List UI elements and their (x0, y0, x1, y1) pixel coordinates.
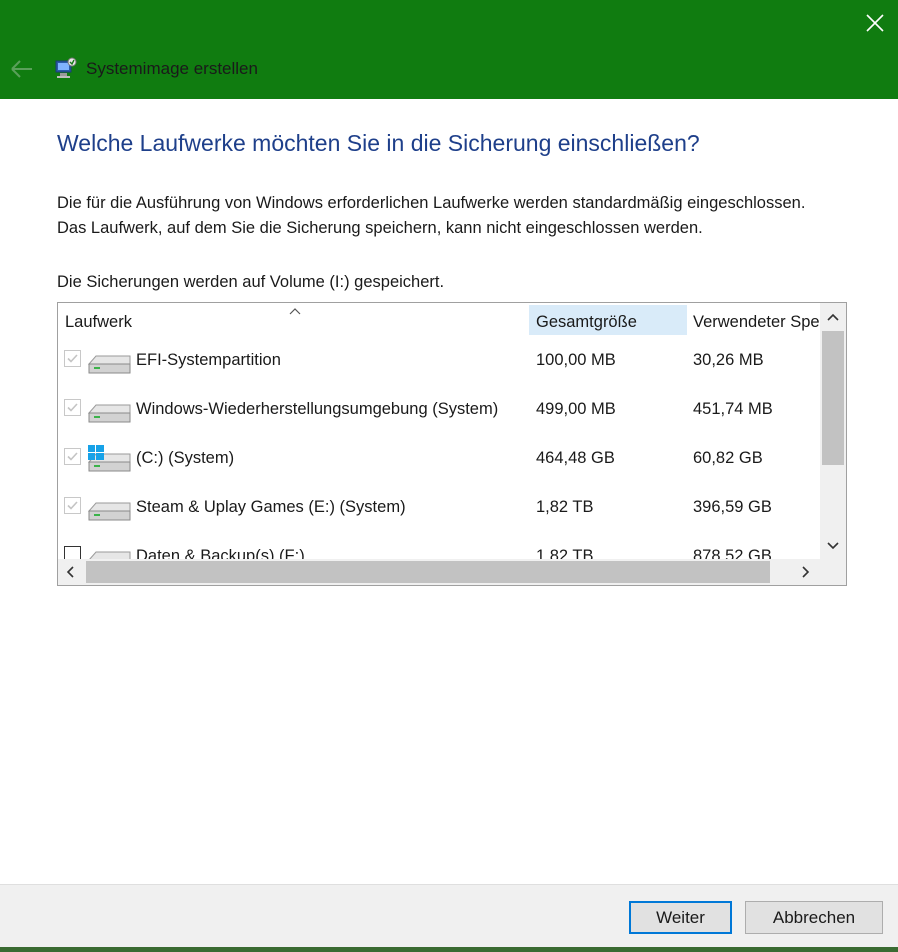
drive-list[interactable]: Laufwerk Gesamtgröße Verwendeter Speiche… (57, 302, 847, 586)
scrollbar-corner (820, 559, 846, 585)
table-row[interactable]: Windows-Wiederherstellungsumgebung (Syst… (58, 385, 820, 434)
description-text: Die für die Ausführung von Windows erfor… (57, 194, 806, 237)
table-row[interactable]: EFI-Systempartition 100,00 MB 30,26 MB (58, 336, 820, 385)
horizontal-scrollbar[interactable] (58, 559, 820, 585)
drive-name: Windows-Wiederherstellungsumgebung (Syst… (136, 400, 499, 418)
hard-drive-icon (86, 493, 132, 523)
backup-computer-icon (54, 56, 78, 80)
drive-checkbox[interactable] (64, 399, 81, 416)
drive-name: (C:) (System) (136, 449, 235, 467)
sort-arrow-icon (289, 303, 301, 315)
storage-info-text: Die Sicherungen werden auf Volume (I:) g… (57, 273, 445, 291)
close-icon[interactable] (864, 12, 886, 34)
drive-used-space: 451,74 MB (693, 400, 773, 418)
drive-checkbox[interactable] (64, 497, 81, 514)
drive-name: EFI-Systempartition (136, 351, 281, 369)
button-bar: Weiter Abbrechen (0, 884, 898, 952)
bottom-border (0, 947, 898, 952)
scroll-right-icon[interactable] (792, 559, 818, 585)
drive-checkbox[interactable] (64, 350, 81, 367)
hard-drive-icon (86, 346, 132, 376)
vertical-scroll-thumb[interactable] (822, 331, 844, 465)
list-header: Laufwerk Gesamtgröße Verwendeter Speiche… (58, 303, 820, 337)
drive-name: Steam & Uplay Games (E:) (System) (136, 498, 406, 516)
page-heading: Welche Laufwerke möchten Sie in die Sich… (57, 130, 700, 156)
column-header-used-space[interactable]: Verwendeter Speicher (686, 305, 820, 335)
windows-drive-icon (86, 444, 132, 474)
next-button[interactable]: Weiter (629, 901, 732, 934)
horizontal-scroll-thumb[interactable] (86, 561, 770, 583)
column-header-total-size[interactable]: Gesamtgröße (529, 305, 687, 335)
scroll-up-icon[interactable] (820, 305, 846, 331)
title-bar: Systemimage erstellen (0, 0, 898, 99)
scroll-left-icon[interactable] (58, 559, 84, 585)
drive-used-space: 30,26 MB (693, 351, 764, 369)
cancel-button[interactable]: Abbrechen (745, 901, 883, 934)
back-arrow-icon[interactable] (8, 58, 36, 80)
drive-checkbox[interactable] (64, 448, 81, 465)
drive-total-size: 1,82 TB (536, 498, 594, 516)
drive-used-space: 396,59 GB (693, 498, 772, 516)
vertical-scrollbar[interactable] (820, 303, 846, 559)
window-title: Systemimage erstellen (86, 59, 258, 78)
hard-drive-icon (86, 395, 132, 425)
drive-used-space: 60,82 GB (693, 449, 763, 467)
drive-total-size: 100,00 MB (536, 351, 616, 369)
table-row[interactable]: Steam & Uplay Games (E:) (System) 1,82 T… (58, 483, 820, 532)
drive-total-size: 499,00 MB (536, 400, 616, 418)
drive-total-size: 464,48 GB (536, 449, 615, 467)
scroll-down-icon[interactable] (820, 532, 846, 558)
table-row[interactable]: (C:) (System) 464,48 GB 60,82 GB (58, 434, 820, 483)
